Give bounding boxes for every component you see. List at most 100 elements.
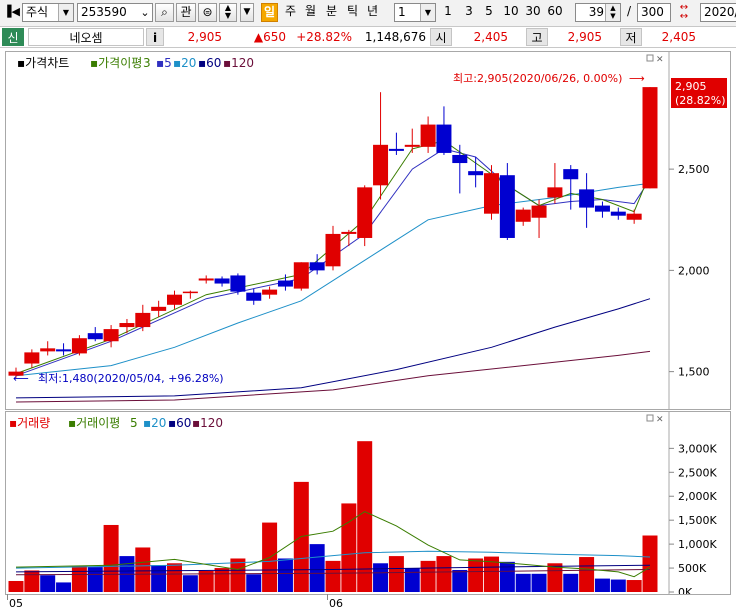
price-change: ▲650 xyxy=(253,30,286,44)
volume-bar xyxy=(56,582,72,592)
volume-axis-label: 2,000K xyxy=(678,490,717,503)
volume-bar xyxy=(373,563,389,592)
legend-vma5: 5 xyxy=(130,416,138,430)
period-minute-button[interactable]: 분 xyxy=(323,3,340,22)
volume-bar xyxy=(610,579,626,592)
candle-body xyxy=(325,233,341,267)
count-separator: / xyxy=(626,4,632,18)
candle-body xyxy=(563,169,579,180)
volume-bar xyxy=(642,535,658,592)
candle-body xyxy=(388,148,404,151)
candle-body xyxy=(484,173,499,214)
chevron-down-icon: ▼ xyxy=(420,4,435,21)
volume-axis-label: 0K xyxy=(678,586,693,594)
link-button[interactable]: ⊜ xyxy=(198,3,217,22)
volume-bar xyxy=(388,556,404,592)
interval-5-button[interactable]: 5 xyxy=(482,3,496,22)
volume-bar xyxy=(579,557,595,592)
legend-ma120: ▪120 xyxy=(223,56,254,70)
candle-body xyxy=(531,205,547,218)
stock-info-button[interactable]: i xyxy=(146,28,164,46)
candle-body xyxy=(547,187,563,198)
volume-bar xyxy=(626,580,642,592)
candle-body xyxy=(167,294,182,305)
legend-ma3: 3 xyxy=(143,56,151,70)
pane-minimize-icon[interactable] xyxy=(646,414,654,422)
volume-axis-label: 3,000K xyxy=(678,442,717,455)
scroll-arrows-icon[interactable]: ↔ ↔ xyxy=(674,3,694,22)
candle-body xyxy=(198,278,214,281)
legend-vma20: ▪20 xyxy=(143,416,166,430)
period-day-button[interactable]: 일 xyxy=(261,3,278,22)
candle-body xyxy=(24,352,40,364)
volume-bar xyxy=(103,524,119,592)
price-axis-label: 2,000 xyxy=(678,264,710,277)
display-count-input[interactable]: 39 ▲ ▼ xyxy=(575,3,621,22)
pane-minimize-icon[interactable] xyxy=(646,54,654,62)
interval-select[interactable]: 1 ▼ xyxy=(394,3,436,22)
candle-body xyxy=(436,124,452,153)
stock-code-input[interactable]: 253590 ⌄ xyxy=(77,3,153,22)
arrow-right-icon: ⟶ xyxy=(629,72,645,85)
interval-1-button[interactable]: 1 xyxy=(441,3,455,22)
candle-body xyxy=(468,171,484,176)
favorite-button[interactable]: 관 xyxy=(176,3,196,22)
candle-body xyxy=(341,231,357,234)
volume-axis-label: 500K xyxy=(678,562,707,575)
candle-body xyxy=(357,187,373,238)
volume-axis-label: 1,500K xyxy=(678,514,717,527)
candle-body xyxy=(642,87,658,189)
high-price-annotation: 최고:2,905(2020/06/26, 0.00%) xyxy=(453,72,622,85)
volume-bar xyxy=(468,558,484,592)
dropdown-button[interactable]: ▼ xyxy=(240,3,254,22)
volume-chart-svg: 3,000K 2,500K 2,000K 1,500K 1,000K 500K 0K ▪거래… xyxy=(8,412,717,594)
date-input[interactable]: 2020/0 xyxy=(700,3,736,22)
volume-axis-label: 1,000K xyxy=(678,538,717,551)
candle-body xyxy=(420,124,436,147)
interval-3-button[interactable]: 3 xyxy=(462,3,476,22)
candle-body xyxy=(214,278,230,284)
current-price: 2,905 xyxy=(187,30,222,44)
volume-chart-pane[interactable]: 3,000K 2,500K 2,000K 1,500K 1,000K 500K 0K ▪거래… xyxy=(5,411,731,595)
open-price: 2,405 xyxy=(473,30,508,44)
candle-body xyxy=(277,280,293,287)
volume-bar xyxy=(246,574,262,592)
period-week-button[interactable]: 주 xyxy=(282,3,299,22)
period-year-button[interactable]: 년 xyxy=(364,3,381,22)
pane-close-icon[interactable]: ✕ xyxy=(656,415,664,425)
volume-bar xyxy=(151,565,167,592)
interval-30-button[interactable]: 30 xyxy=(523,3,543,22)
spin-icon: ▲ ▼ xyxy=(224,3,232,20)
volume-bar xyxy=(182,575,198,592)
low-label: 저 xyxy=(620,28,642,46)
interval-60-button[interactable]: 60 xyxy=(545,3,565,22)
toolbar: ▐◀ 주식 ▼ 253590 ⌄ ⌕ 관 ⊜ ▲ ▼ ▼ 일 주 월 분 틱 년 … xyxy=(0,0,736,27)
volume-bar xyxy=(531,573,547,592)
toggle-panel-icon[interactable]: ▐◀ xyxy=(3,3,20,22)
high-label: 고 xyxy=(526,28,548,46)
volume-bar xyxy=(594,578,610,592)
prev-next-stepper[interactable]: ▲ ▼ xyxy=(219,3,237,22)
interval-10-button[interactable]: 10 xyxy=(501,3,521,22)
price-chart-pane[interactable]: 2,500 2,000 1,500 ▪가격차트 ▪가격이평 3 ▪5 ▪20 ▪60… xyxy=(5,51,731,410)
current-price-tag-value: 2,905 xyxy=(675,80,707,93)
x-axis-label-may: 05 xyxy=(9,597,23,610)
total-count-input[interactable]: 300 xyxy=(637,3,671,22)
search-button[interactable]: ⌕ xyxy=(155,3,174,22)
price-axis-label: 2,500 xyxy=(678,163,710,176)
volume-bar xyxy=(515,573,531,592)
candle-body xyxy=(594,205,610,212)
candle-body xyxy=(230,275,246,292)
current-price-tag-pct: (28.82%) xyxy=(675,94,726,107)
interval-value: 1 xyxy=(398,5,406,19)
volume-bar xyxy=(71,565,87,592)
volume-bar xyxy=(40,575,56,592)
pane-close-icon[interactable]: ✕ xyxy=(656,55,664,65)
candle-body xyxy=(579,189,595,208)
security-type-select[interactable]: 주식 ▼ xyxy=(22,3,74,22)
period-tick-button[interactable]: 틱 xyxy=(344,3,361,22)
high-price: 2,905 xyxy=(567,30,602,44)
period-month-button[interactable]: 월 xyxy=(302,3,319,22)
candle-body xyxy=(119,323,135,328)
price-chart-svg: 2,500 2,000 1,500 ▪가격차트 ▪가격이평 3 ▪5 ▪20 ▪60… xyxy=(8,52,727,409)
